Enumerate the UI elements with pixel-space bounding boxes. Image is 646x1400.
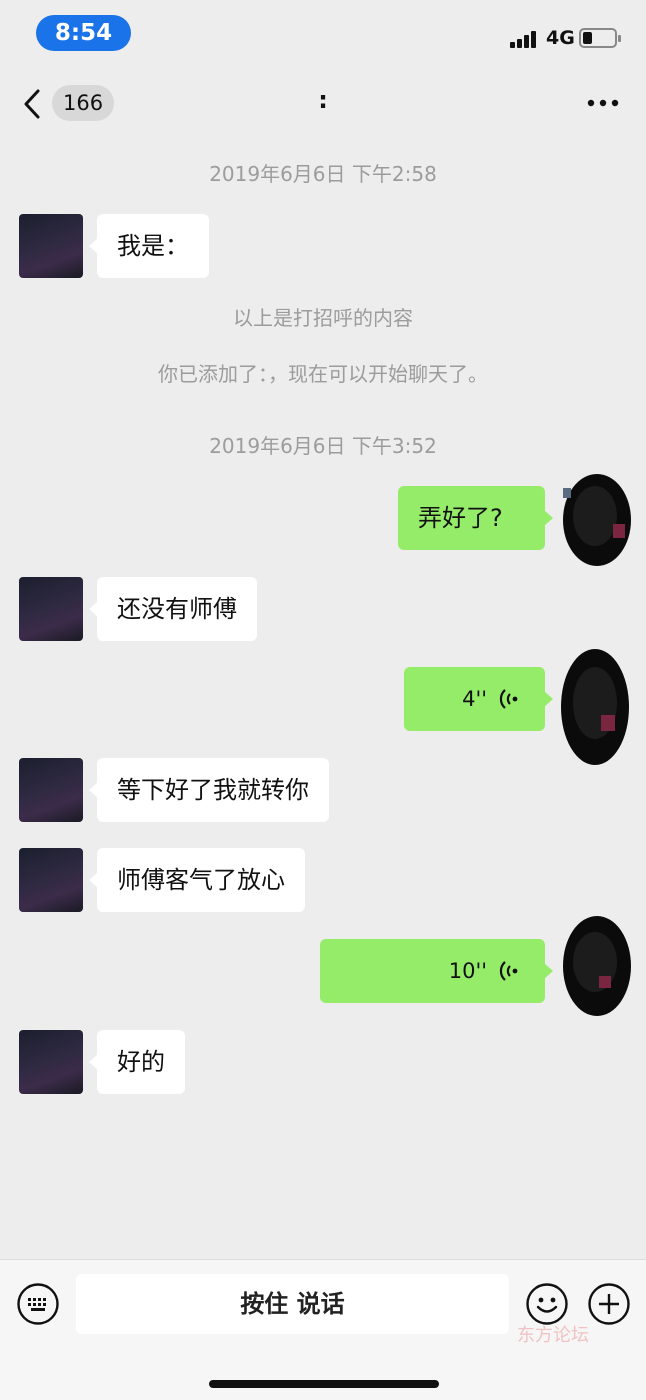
cell-signal-icon: [510, 30, 542, 48]
incoming-message[interactable]: 师傅客气了放心: [89, 848, 305, 912]
contact-avatar[interactable]: [19, 214, 83, 278]
self-avatar[interactable]: [555, 470, 633, 570]
message-timestamp: 2019年6月6日 下午2:58: [209, 162, 437, 186]
system-message: 以上是打招呼的内容: [233, 306, 413, 330]
incoming-message[interactable]: 好的: [89, 1030, 185, 1094]
chat-title: :: [318, 86, 328, 114]
outgoing-message[interactable]: 弄好了?: [398, 486, 553, 550]
outgoing-voice-message[interactable]: 10'': [320, 939, 553, 1003]
incoming-message[interactable]: 等下好了我就转你: [89, 758, 329, 822]
chat-input-bar: 按住 说话 东方论坛: [0, 1259, 646, 1400]
more-dots-icon[interactable]: [586, 96, 620, 110]
hold-to-talk-button[interactable]: 按住 说话: [76, 1274, 509, 1334]
plus-icon[interactable]: [587, 1282, 631, 1326]
contact-avatar[interactable]: [19, 577, 83, 641]
battery-icon: [579, 28, 621, 48]
network-type: 4G: [546, 27, 575, 49]
voice-duration: 4'': [462, 687, 487, 711]
contact-avatar[interactable]: [19, 848, 83, 912]
voice-wave-icon: [499, 689, 518, 709]
incoming-message[interactable]: 我是：: [89, 214, 209, 278]
contact-avatar[interactable]: [19, 1030, 83, 1094]
status-bar: 8:54 4G: [0, 0, 646, 66]
voice-duration: 10'': [448, 959, 487, 983]
watermark: 东方论坛: [517, 1325, 589, 1346]
emoji-icon[interactable]: [525, 1282, 569, 1326]
self-avatar[interactable]: [555, 912, 633, 1020]
message-timestamp: 2019年6月6日 下午3:52: [209, 434, 437, 458]
status-time: 8:54: [36, 15, 131, 51]
chat-header: 166 :: [0, 66, 646, 142]
self-avatar[interactable]: [555, 645, 633, 769]
outgoing-voice-message[interactable]: 4'': [404, 667, 553, 731]
incoming-message[interactable]: 还没有师傅: [89, 577, 257, 641]
contact-avatar[interactable]: [19, 758, 83, 822]
system-message: 你已添加了：，现在可以开始聊天了。: [158, 362, 488, 386]
keyboard-icon[interactable]: [16, 1282, 60, 1326]
home-indicator[interactable]: [209, 1380, 439, 1388]
voice-wave-icon: [499, 961, 518, 981]
